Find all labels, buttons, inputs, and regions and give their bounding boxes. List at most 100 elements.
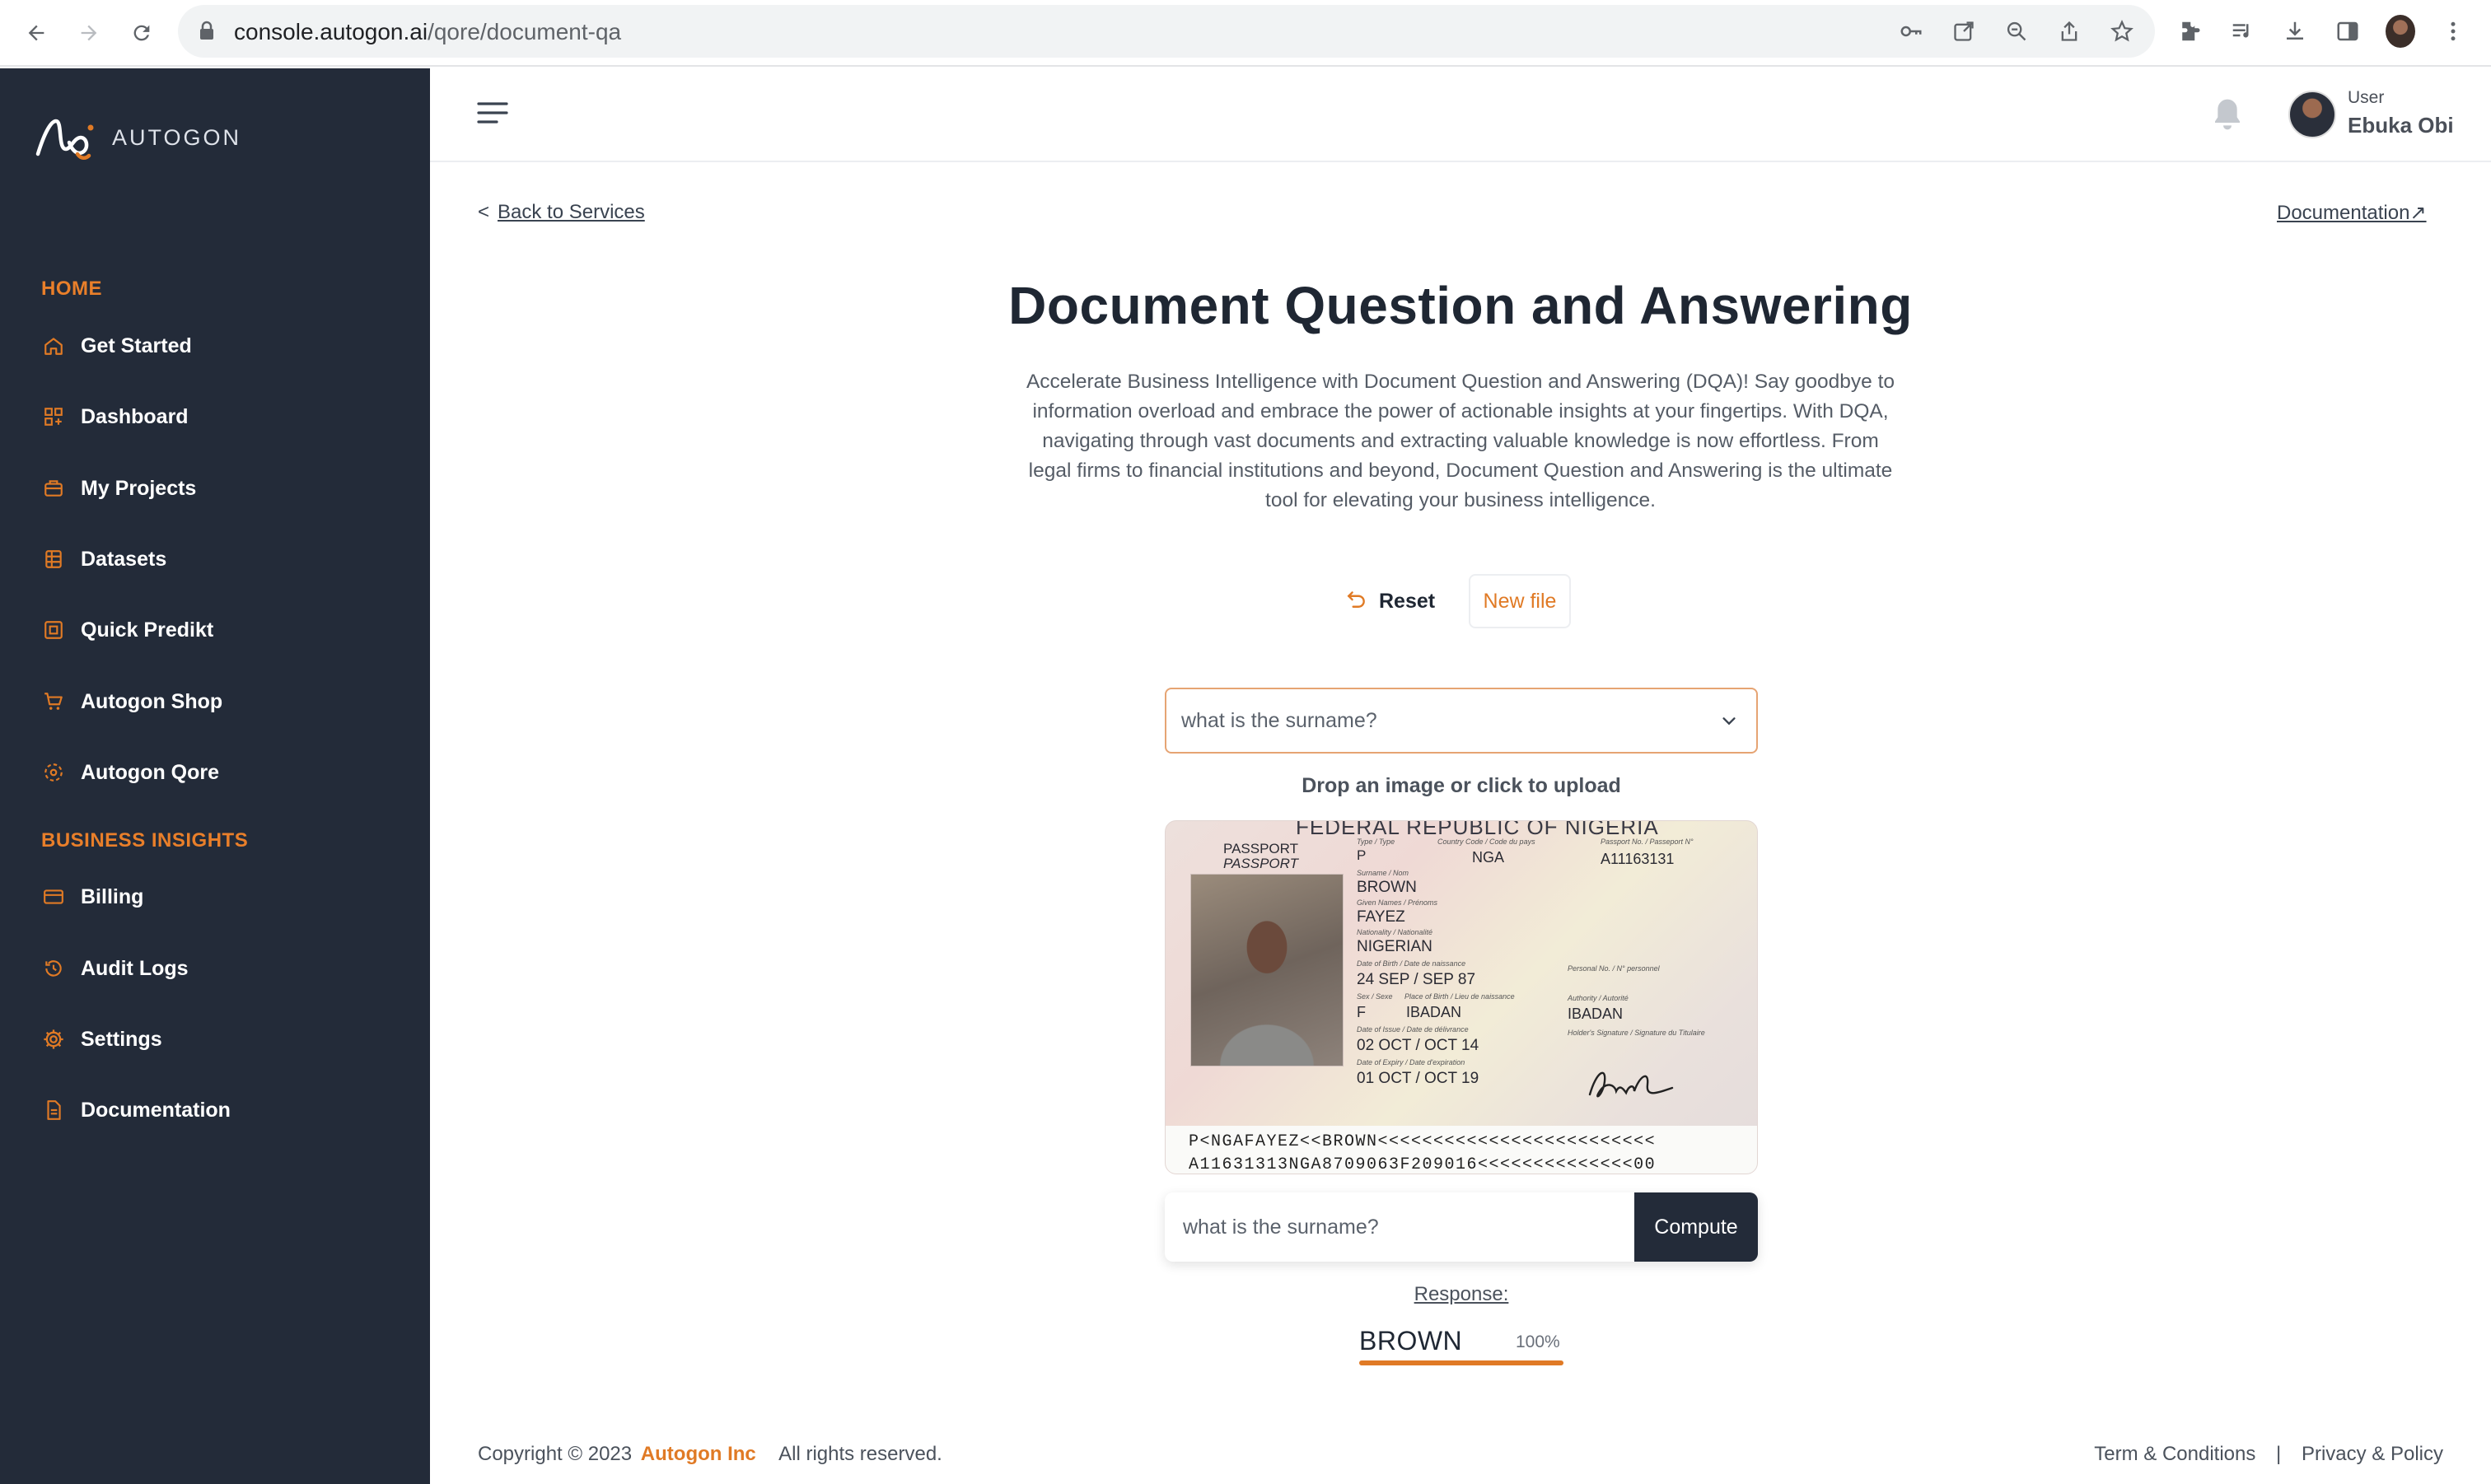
reload-icon[interactable] [124,15,160,51]
briefcase-icon [41,476,66,501]
media-queue-icon[interactable] [2227,16,2257,46]
passport-country: NGA [1472,849,1505,866]
footer-separator: | [2276,1443,2282,1465]
sidebar-item-label: Quick Predikt [81,618,214,642]
passport-number: A11163131 [1601,851,1675,867]
sidebar-item-documentation[interactable]: Documentation [41,1094,231,1127]
brand-wordmark: AUTOGON [112,124,242,150]
question-form: Compute [1165,1192,1758,1262]
sidebar-item-label: Settings [81,1027,162,1051]
sidebar-item-my-projects[interactable]: My Projects [41,472,196,505]
page-title: Document Question and Answering [1008,276,1913,335]
autogon-logo[interactable]: AUTOGON [33,111,241,164]
page-description: Accelerate Business Intelligence with Do… [1026,371,1895,511]
forward-arrow-icon[interactable] [71,15,107,51]
gear-icon [41,1027,66,1052]
passport-field-label: Type / Type [1357,838,1395,846]
passport-field-label: Personal No. / N° personnel [1568,964,1660,973]
sidebar-item-label: Datasets [81,547,167,571]
sidebar-item-autogon-qore[interactable]: Autogon Qore [41,756,219,789]
uploaded-document-preview[interactable]: FEDERAL REPUBLIC OF NIGERIA PASSPORT PAS… [1165,820,1758,1174]
notification-bell-icon[interactable] [2211,96,2244,137]
sidebar-item-label: Autogon Qore [81,760,220,784]
sidebar-item-get-started[interactable]: Get Started [41,329,192,362]
passport-field-label: Date of Expiry / Date d'expiration [1357,1058,1465,1066]
sidebar-item-label: Autogon Shop [81,689,223,713]
back-to-services-link[interactable]: < Back to Services [478,201,645,224]
extensions-icon[interactable] [2175,16,2204,46]
topbar: User Ebuka Obi [430,68,2491,162]
user-name[interactable]: Ebuka Obi [2348,113,2454,138]
sidebar-item-dashboard[interactable]: Dashboard [41,400,189,433]
passport-nationality: NIGERIAN [1357,938,1432,955]
address-bar[interactable]: console.autogon.ai/qore/document-qa [178,5,2155,58]
user-role: User [2348,88,2385,107]
side-panel-icon[interactable] [2333,16,2362,46]
question-select[interactable]: what is the surname? [1165,688,1758,754]
compute-button[interactable]: Compute [1634,1192,1758,1262]
question-input[interactable] [1165,1192,1634,1262]
autogon-logo-icon [35,119,94,160]
card-icon [41,884,66,909]
mrz-line-1: P<NGAFAYEZ<<BROWN<<<<<<<<<<<<<<<<<<<<<<<… [1189,1132,1657,1151]
passport-surname: BROWN [1357,879,1417,896]
sidebar-item-label: Audit Logs [81,956,189,980]
footer-links: Term & Conditions | Privacy & Policy [2094,1443,2443,1466]
mrz-line-2: A11631313NGA8709063F209016<<<<<<<<<<<<<<… [1189,1155,1657,1174]
sidebar-item-label: Documentation [81,1098,231,1122]
qore-icon [41,760,66,785]
response-label: Response: [1414,1283,1509,1305]
passport-sex: F [1357,1004,1366,1020]
passport-expiry-date: 01 OCT / OCT 19 [1357,1070,1479,1087]
passport-field-label: Given Names / Prénoms [1357,898,1438,907]
privacy-link[interactable]: Privacy & Policy [2302,1443,2443,1465]
passport-field-label: Date of Issue / Date de délivrance [1357,1025,1469,1034]
passport-field-label: Authority / Autorité [1568,994,1629,1002]
menu-toggle-icon[interactable] [476,100,509,129]
sidebar-item-quick-predikt[interactable]: Quick Predikt [41,614,213,646]
chevron-left-icon: < [478,201,490,223]
share-icon[interactable] [2054,16,2084,46]
passport-field-label: Country Code / Code du pays [1437,838,1535,846]
passport-dob: 24 SEP / SEP 87 [1357,971,1476,988]
dataset-icon [41,547,66,572]
answer-text: BROWN [1359,1326,1463,1356]
documentation-link[interactable]: Documentation↗ [2277,201,2427,225]
more-vertical-icon[interactable] [2438,16,2468,46]
passport-doc-label: PASSPORT [1223,841,1299,856]
passport-given-names: FAYEZ [1357,908,1405,926]
terms-link[interactable]: Term & Conditions [2094,1443,2255,1465]
upload-dropzone-label[interactable]: Drop an image or click to upload [1165,774,1758,798]
passport-field-label: Nationality / Nationalité [1357,928,1433,936]
passport-place-of-birth: IBADAN [1406,1004,1462,1020]
passport-field-label: Place of Birth / Lieu de naissance [1404,992,1515,1001]
cart-icon [41,689,66,714]
sidebar-section-home: HOME [41,278,102,300]
key-icon[interactable] [1896,16,1926,46]
passport-issue-date: 02 OCT / OCT 14 [1357,1037,1479,1054]
footer-company-link[interactable]: Autogon Inc [641,1443,756,1465]
avatar[interactable] [2288,91,2336,138]
answer-confidence: 100% [1516,1332,1560,1351]
sidebar-item-settings[interactable]: Settings [41,1023,162,1056]
reset-button[interactable]: Reset [1346,576,1435,626]
history-icon [41,956,66,981]
browser-chrome: console.autogon.ai/qore/document-qa [0,0,2491,67]
back-arrow-icon[interactable] [18,15,54,51]
sidebar-item-billing[interactable]: Billing [41,880,143,913]
sidebar-item-audit-logs[interactable]: Audit Logs [41,952,189,985]
sidebar-item-label: Get Started [81,334,192,357]
open-external-icon[interactable] [1949,16,1979,46]
passport-field-label: Passport No. / Passeport N° [1601,838,1694,846]
profile-avatar-icon[interactable] [2386,15,2415,48]
passport-authority: IBADAN [1568,1006,1624,1022]
sidebar-item-datasets[interactable]: Datasets [41,543,166,576]
passport-field-label: Surname / Nom [1357,869,1409,877]
star-icon[interactable] [2107,16,2137,46]
new-file-button[interactable]: New file [1469,574,1571,628]
sidebar-item-autogon-shop[interactable]: Autogon Shop [41,685,222,718]
download-icon[interactable] [2280,16,2310,46]
document-icon [41,1098,66,1122]
zoom-icon[interactable] [2002,16,2031,46]
sidebar-item-label: Dashboard [81,404,189,428]
